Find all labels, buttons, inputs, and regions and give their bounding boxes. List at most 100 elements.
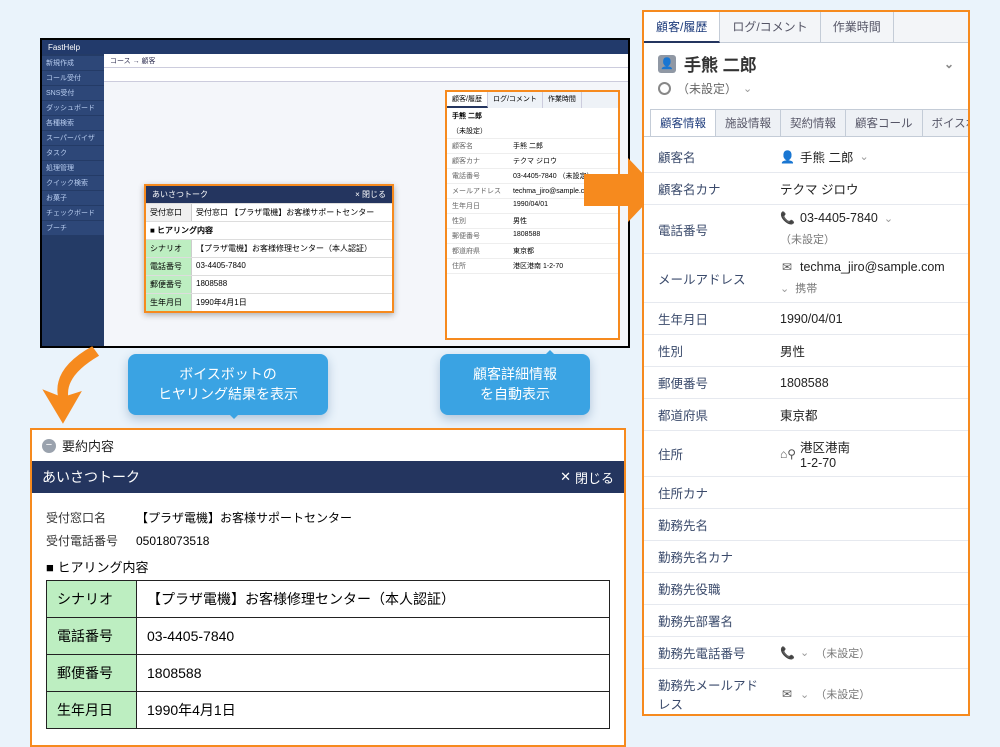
small-tab[interactable]: ログ/コメント [488, 92, 543, 108]
small-line-val: 1808588 [513, 231, 540, 241]
inner-tab[interactable]: 顧客情報 [650, 109, 716, 136]
small-greeting-popup: あいさつトーク × 閉じる 受付窓口受付窓口 【プラザ電機】お客様サポートセンタ… [144, 184, 394, 313]
chevron-down-icon[interactable]: ⌄ [800, 688, 809, 701]
field-value: 1808588 [780, 376, 954, 390]
field-label: 勤務先名 [658, 515, 770, 534]
table-row: 郵便番号1808588 [47, 655, 610, 692]
small-line-key: 郵便番号 [452, 231, 507, 241]
field-row: メールアドレス✉techma_jiro@sample.com⌄携帯 [644, 254, 968, 303]
small-line-val: 手熊 二郎 [513, 141, 543, 151]
field-label: 勤務先メールアドレス [658, 675, 770, 713]
callout-voicebot: ボイスボットの ヒヤリング結果を表示 [128, 354, 328, 415]
bg-side-item: 処理管理 [42, 161, 104, 175]
field-value: テクマ ジロウ [780, 179, 954, 198]
field-suffix: （未設定） [780, 231, 835, 247]
inner-tab[interactable]: 顧客コール [845, 109, 923, 136]
bg-side-item: お菓子 [42, 191, 104, 205]
app-screenshot-thumb: FastHelp 新規作成コール受付SNS受付ダッシュボード各種検索スーパーバイ… [40, 38, 630, 348]
chevron-down-icon[interactable]: ⌄ [944, 57, 954, 71]
phone-icon: 📞 [780, 646, 794, 660]
field-label: 勤務先役職 [658, 579, 770, 598]
field-row: 勤務先電話番号📞⌄（未設定） [644, 637, 968, 669]
mail-icon: ✉ [780, 687, 794, 701]
hearing-value: 1808588 [137, 655, 610, 692]
field-row: 生年月日 1990/04/01 [644, 303, 968, 335]
callout-customer: 顧客詳細情報 を自動表示 [440, 354, 590, 415]
field-value: 1990/04/01 [780, 312, 954, 326]
field-text: 1808588 [780, 376, 829, 390]
chevron-down-icon[interactable]: ⌄ [800, 646, 809, 659]
field-row: 勤務先役職 [644, 573, 968, 605]
small-line-val: 男性 [513, 216, 527, 226]
table-row: 電話番号03-4405-7840 [47, 618, 610, 655]
breadcrumb: コース → 顧客 [104, 54, 628, 68]
field-label: 生年月日 [658, 309, 770, 328]
chevron-down-icon[interactable]: ⌄ [859, 150, 868, 163]
field-value: 📞 ⌄ （未設定） [780, 645, 954, 661]
summary-title: 要約内容 [62, 436, 114, 455]
field-label: 都道府県 [658, 405, 770, 424]
small-line-key: 住所 [452, 261, 507, 271]
small-row-value: 03-4405-7840 [192, 258, 392, 275]
small-line-key: 都道府県 [452, 246, 507, 256]
customer-detail-panel: 顧客/履歴ログ/コメント作業時間 👤 手熊 二郎 ⌄ （未設定） ⌄ 顧客情報施… [642, 10, 970, 716]
field-suffix: （未設定） [815, 645, 870, 661]
small-status: （未設定） [452, 126, 487, 136]
small-line-val: 港区港南 1-2-70 [513, 261, 563, 271]
field-value: ✉⌄（未設定） [780, 686, 954, 702]
inner-tab[interactable]: ボイスボット [922, 109, 969, 136]
customer-fields: 顧客名👤手熊 二郎⌄顧客名カナテクマ ジロウ電話番号📞03-4405-7840⌄… [644, 137, 968, 714]
field-row: 顧客名カナテクマ ジロウ [644, 173, 968, 205]
field-row: 性別男性 [644, 335, 968, 367]
chevron-down-icon[interactable]: ⌄ [884, 212, 893, 225]
bg-side-item: 各種検索 [42, 116, 104, 130]
field-text: 03-4405-7840 [800, 211, 878, 225]
small-line-key: 電話番号 [452, 171, 507, 181]
hearing-label: 郵便番号 [47, 655, 137, 692]
ring-icon [658, 82, 671, 95]
close-button[interactable]: ✕ 閉じる [560, 468, 614, 487]
inner-tabs: 顧客情報施設情報契約情報顧客コールボイスボット [644, 109, 968, 137]
home-icon: ⌂⚲ [780, 447, 794, 461]
small-tab[interactable]: 作業時間 [543, 92, 582, 108]
hearing-value: 【プラザ電機】お客様修理センター（本人認証） [137, 581, 610, 618]
field-row: 勤務先名 [644, 509, 968, 541]
small-row-label: 郵便番号 [146, 276, 192, 293]
reception-name-label: 受付窓口名 [46, 509, 122, 526]
inner-tab[interactable]: 施設情報 [715, 109, 781, 136]
bg-side-item: 新規作成 [42, 56, 104, 70]
summary-panel: − 要約内容 あいさつトーク ✕ 閉じる 受付窓口名 【プラザ電機】お客様サポー… [30, 428, 626, 747]
field-suffix: 携帯 [795, 280, 817, 296]
chevron-down-icon[interactable]: ⌄ [780, 282, 789, 295]
bg-side-item: タスク [42, 146, 104, 160]
customer-name: 手熊 二郎 [684, 51, 757, 76]
field-row: 勤務先部署名 [644, 605, 968, 637]
app-side-nav: 新規作成コール受付SNS受付ダッシュボード各種検索スーパーバイザタスク処理管理ク… [42, 54, 104, 346]
field-label: 電話番号 [658, 220, 770, 239]
small-tab[interactable]: 顧客/履歴 [447, 92, 488, 108]
field-text: 男性 [780, 341, 805, 360]
inner-tab[interactable]: 契約情報 [780, 109, 846, 136]
field-value: 男性 [780, 341, 954, 360]
small-popup-title: あいさつトーク [152, 189, 208, 200]
small-popup-close[interactable]: × 閉じる [355, 189, 386, 200]
small-customer-name: 手熊 二郎 [447, 108, 618, 124]
small-reception-val: 受付窓口 【プラザ電機】お客様サポートセンター [192, 204, 392, 221]
collapse-icon[interactable]: − [42, 439, 56, 453]
bg-side-item: SNS受付 [42, 86, 104, 100]
field-label: 住所 [658, 444, 770, 463]
phone-icon: 📞 [780, 211, 794, 225]
outer-tab[interactable]: 作業時間 [821, 12, 894, 42]
chevron-down-icon[interactable]: ⌄ [743, 82, 752, 95]
outer-tab[interactable]: ログ/コメント [720, 12, 820, 42]
hearing-value: 1990年4月1日 [137, 692, 610, 729]
field-label: 郵便番号 [658, 373, 770, 392]
person-icon: 👤 [780, 150, 794, 164]
outer-tab[interactable]: 顧客/履歴 [644, 12, 720, 43]
small-row-label: シナリオ [146, 240, 192, 257]
field-value: ✉techma_jiro@sample.com⌄携帯 [780, 260, 954, 296]
reception-name-value: 【プラザ電機】お客様サポートセンター [136, 509, 352, 526]
hearing-table: シナリオ【プラザ電機】お客様修理センター（本人認証）電話番号03-4405-78… [46, 580, 610, 729]
field-text: 手熊 二郎 [800, 147, 853, 166]
field-text: テクマ ジロウ [780, 179, 858, 198]
